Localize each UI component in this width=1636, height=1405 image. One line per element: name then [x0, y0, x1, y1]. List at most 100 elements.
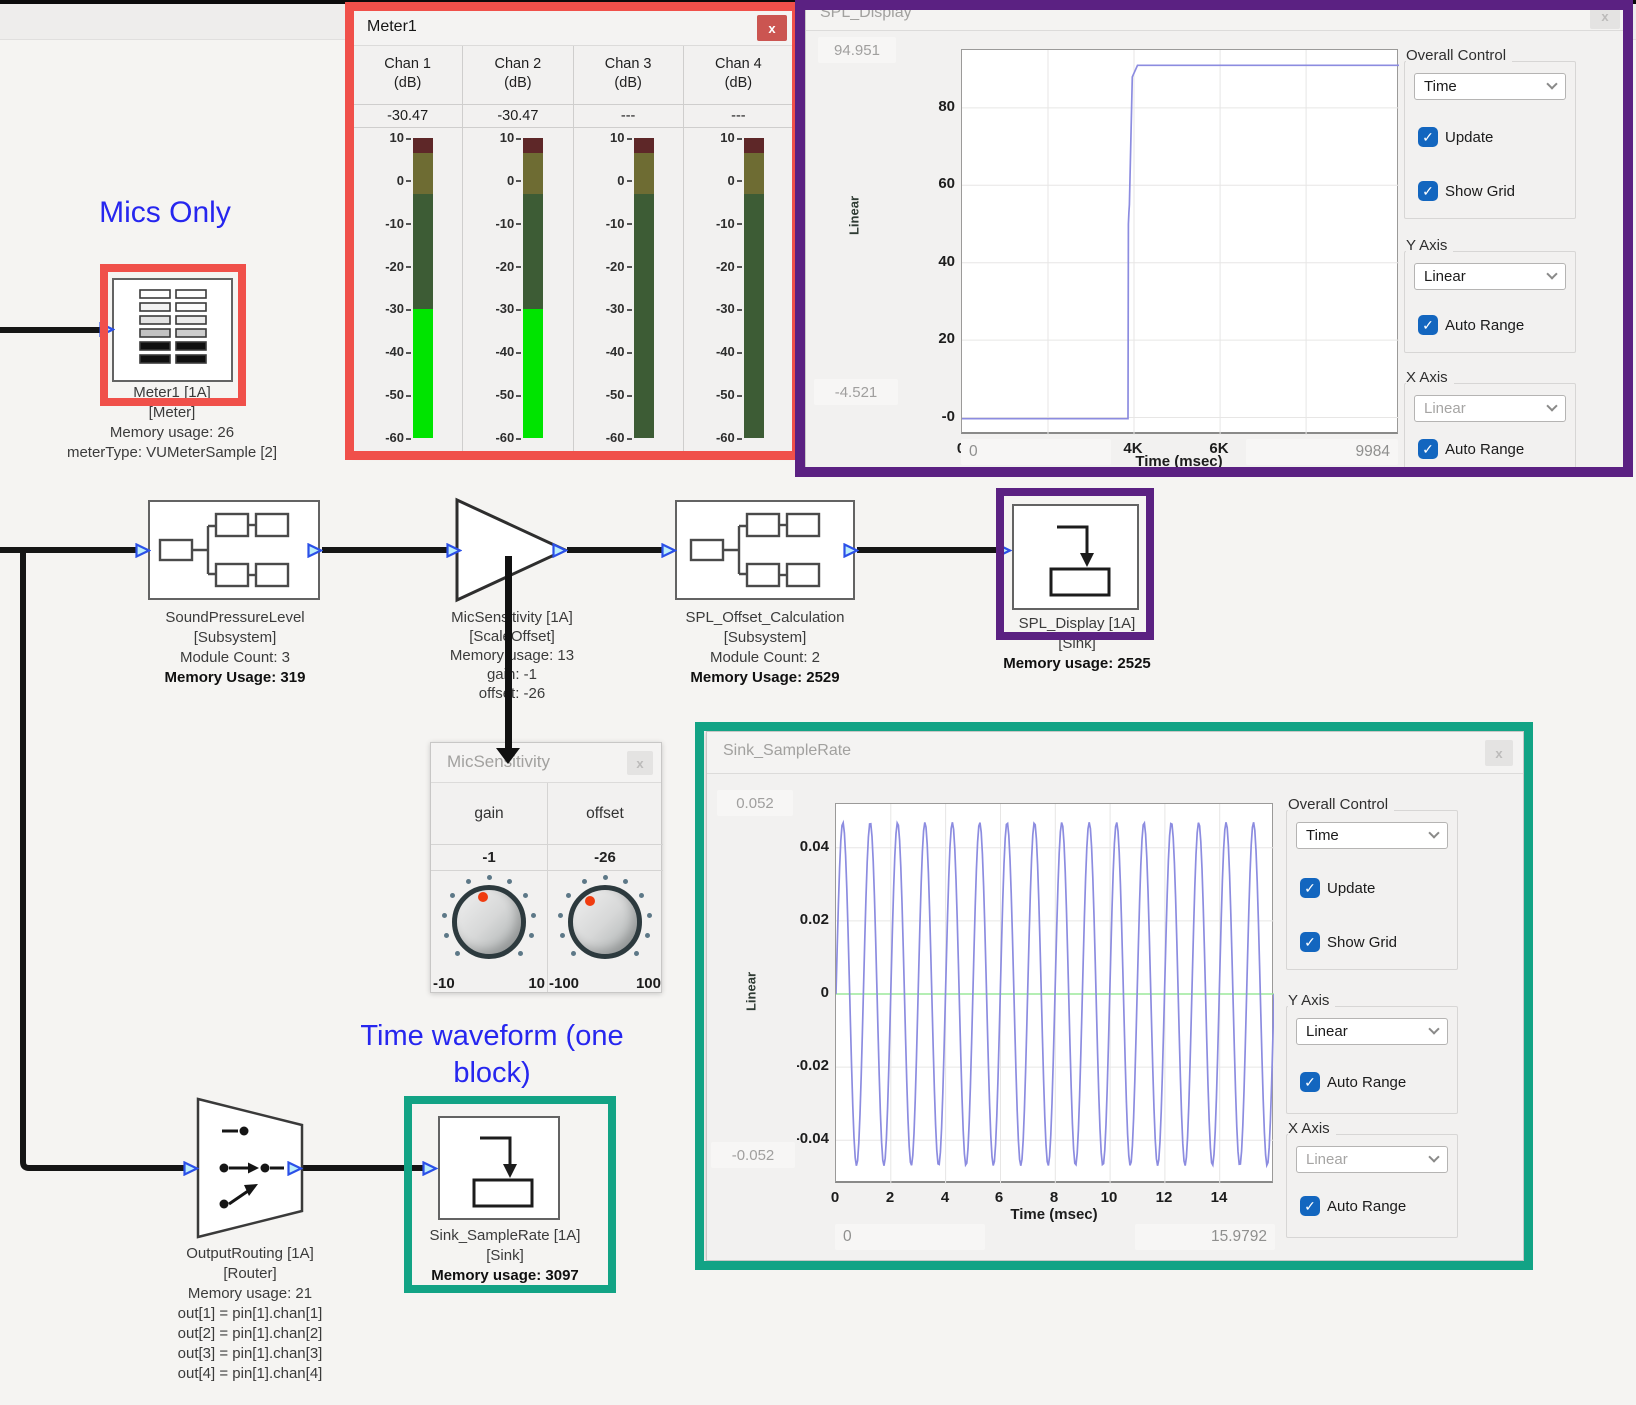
overall-mode-dropdown[interactable]: Time	[1296, 822, 1448, 849]
input-port[interactable]	[661, 543, 677, 558]
knob-scale-dot	[531, 913, 536, 918]
input-port[interactable]	[446, 543, 462, 558]
x-start-field[interactable]: 0	[835, 1224, 985, 1250]
meter1-block[interactable]	[112, 278, 233, 382]
y-tick-label: 0	[821, 983, 829, 1003]
close-icon[interactable]: x	[1590, 3, 1620, 29]
block-memory: Memory Usage: 2529	[650, 668, 880, 688]
close-icon[interactable]: x	[1485, 740, 1513, 766]
y-tick-label: 0.02	[800, 910, 829, 930]
output-port[interactable]	[307, 543, 323, 558]
input-port[interactable]	[135, 543, 151, 558]
x-end-field[interactable]: 15.9792	[1135, 1224, 1275, 1250]
y-auto-range-checkbox[interactable]: ✓	[1300, 1072, 1320, 1092]
soundpressurelevel-block[interactable]	[148, 500, 320, 600]
waveform-plot-area[interactable]	[835, 803, 1273, 1183]
input-port[interactable]	[996, 543, 1012, 558]
window-titlebar[interactable]: Meter1 x	[353, 10, 793, 46]
meter-bar-segment	[413, 194, 433, 310]
overall-mode-dropdown[interactable]: Time	[1414, 73, 1566, 100]
block-info: out[4] = pin[1].chan[4]	[115, 1364, 385, 1384]
meter-scale-tick: 10	[353, 129, 411, 147]
update-checkbox[interactable]: ✓	[1300, 878, 1320, 898]
x-auto-range-row: ✓ Auto Range	[1300, 1196, 1406, 1216]
knob-dial[interactable]	[568, 885, 642, 959]
close-icon[interactable]: x	[627, 751, 653, 775]
block-name: Meter1 [1A]	[22, 383, 322, 403]
spl-plot-area[interactable]	[961, 49, 1398, 434]
meter-bar-segment	[413, 153, 433, 194]
y-auto-range-row: ✓ Auto Range	[1418, 315, 1524, 335]
gain-knob[interactable]: -10 10	[431, 871, 547, 994]
knob-scale-dot	[450, 893, 455, 898]
show-grid-checkbox[interactable]: ✓	[1300, 932, 1320, 952]
x-axis-mode-dropdown[interactable]: Linear	[1414, 395, 1566, 422]
y-axis-mode-dropdown[interactable]: Linear	[1296, 1018, 1448, 1045]
knob-scale-dot	[558, 913, 563, 918]
block-info: gain: -1	[417, 665, 607, 684]
y-tick-labels: 0.040.020-0.02-0.04	[797, 732, 831, 1262]
x-axis-mode-dropdown[interactable]: Linear	[1296, 1146, 1448, 1173]
soundpressurelevel-labels: SoundPressureLevel [Subsystem] Module Co…	[120, 608, 350, 688]
knob-value: -26	[547, 845, 663, 871]
close-icon[interactable]: x	[757, 15, 787, 41]
annotation-line: Time waveform (one	[292, 1018, 692, 1055]
sink-samplerate-block[interactable]	[438, 1116, 560, 1220]
meter-scale-tick: -30	[684, 300, 742, 318]
y-tick-label: 40	[938, 252, 955, 272]
x-auto-range-checkbox[interactable]: ✓	[1300, 1196, 1320, 1216]
output-port[interactable]	[552, 543, 568, 558]
x-auto-range-label: Auto Range	[1327, 1198, 1406, 1215]
knob-scale-dot	[487, 875, 492, 880]
knob-dial[interactable]	[452, 885, 526, 959]
y-axis-group-label: Y Axis	[1288, 992, 1335, 1009]
y-axis-mode-dropdown[interactable]: Linear	[1414, 263, 1566, 290]
knob-scale-dot	[523, 893, 528, 898]
show-grid-label: Show Grid	[1327, 934, 1397, 951]
knob-scale-dot	[442, 913, 447, 918]
meter-channel: Chan 2(dB)-30.47100-10-20-30-40-50-60	[463, 46, 573, 454]
input-port[interactable]	[99, 322, 115, 337]
x-start-field[interactable]: 0	[961, 439, 1111, 465]
meter-scale-tick: 0	[463, 172, 521, 190]
knob-scale-dot	[466, 879, 471, 884]
output-port[interactable]	[843, 543, 859, 558]
knob-scale-dot	[571, 951, 576, 956]
input-port[interactable]	[422, 1161, 438, 1176]
spl-display-block[interactable]	[1012, 504, 1139, 610]
window-title: SPL_Display	[820, 4, 912, 22]
meter-bar-segment	[744, 194, 764, 438]
offset-column: offset -26 -100 100	[547, 783, 663, 994]
meter-body: 100-10-20-30-40-50-60	[684, 128, 793, 450]
output-port[interactable]	[287, 1161, 303, 1176]
y-auto-range-checkbox[interactable]: ✓	[1418, 315, 1438, 335]
x-end-field[interactable]: 9984	[1246, 439, 1398, 465]
knob-scale-dot	[529, 933, 534, 938]
x-auto-range-checkbox[interactable]: ✓	[1418, 439, 1438, 459]
input-port[interactable]	[183, 1161, 199, 1176]
knob-scale-dot	[634, 951, 639, 956]
window-titlebar[interactable]: MicSensitivity x	[431, 743, 661, 783]
subsystem-icon	[681, 504, 849, 596]
offset-knob[interactable]: -100 100	[547, 871, 663, 994]
knob-scale-dot	[639, 893, 644, 898]
y-tick-label: 20	[938, 329, 955, 349]
window-title: Meter1	[367, 18, 417, 36]
block-type: [Sink]	[977, 634, 1177, 654]
block-info: Module Count: 3	[120, 648, 350, 668]
meter-scale-tick: -10	[684, 215, 742, 233]
meter-scale-tick: -50	[463, 386, 521, 404]
spl-offset-calculation-block[interactable]	[675, 500, 855, 600]
knob-scale-dot	[560, 933, 565, 938]
meter-channel: Chan 1(dB)-30.47100-10-20-30-40-50-60	[353, 46, 463, 454]
chevron-down-icon	[1428, 1023, 1439, 1034]
show-grid-checkbox[interactable]: ✓	[1418, 181, 1438, 201]
dropdown-value: Linear	[1424, 268, 1466, 285]
update-checkbox-row: ✓ Update	[1418, 127, 1493, 147]
update-checkbox[interactable]: ✓	[1418, 127, 1438, 147]
block-name: SPL_Offset_Calculation	[650, 608, 880, 628]
x-axis-label: Time (msec)	[976, 1206, 1132, 1223]
overall-control-group-label: Overall Control	[1406, 47, 1512, 64]
micsensitivity-window: MicSensitivity x gain -1 -10 10 offset -…	[430, 742, 662, 993]
knob-min-label: -100	[549, 975, 579, 992]
